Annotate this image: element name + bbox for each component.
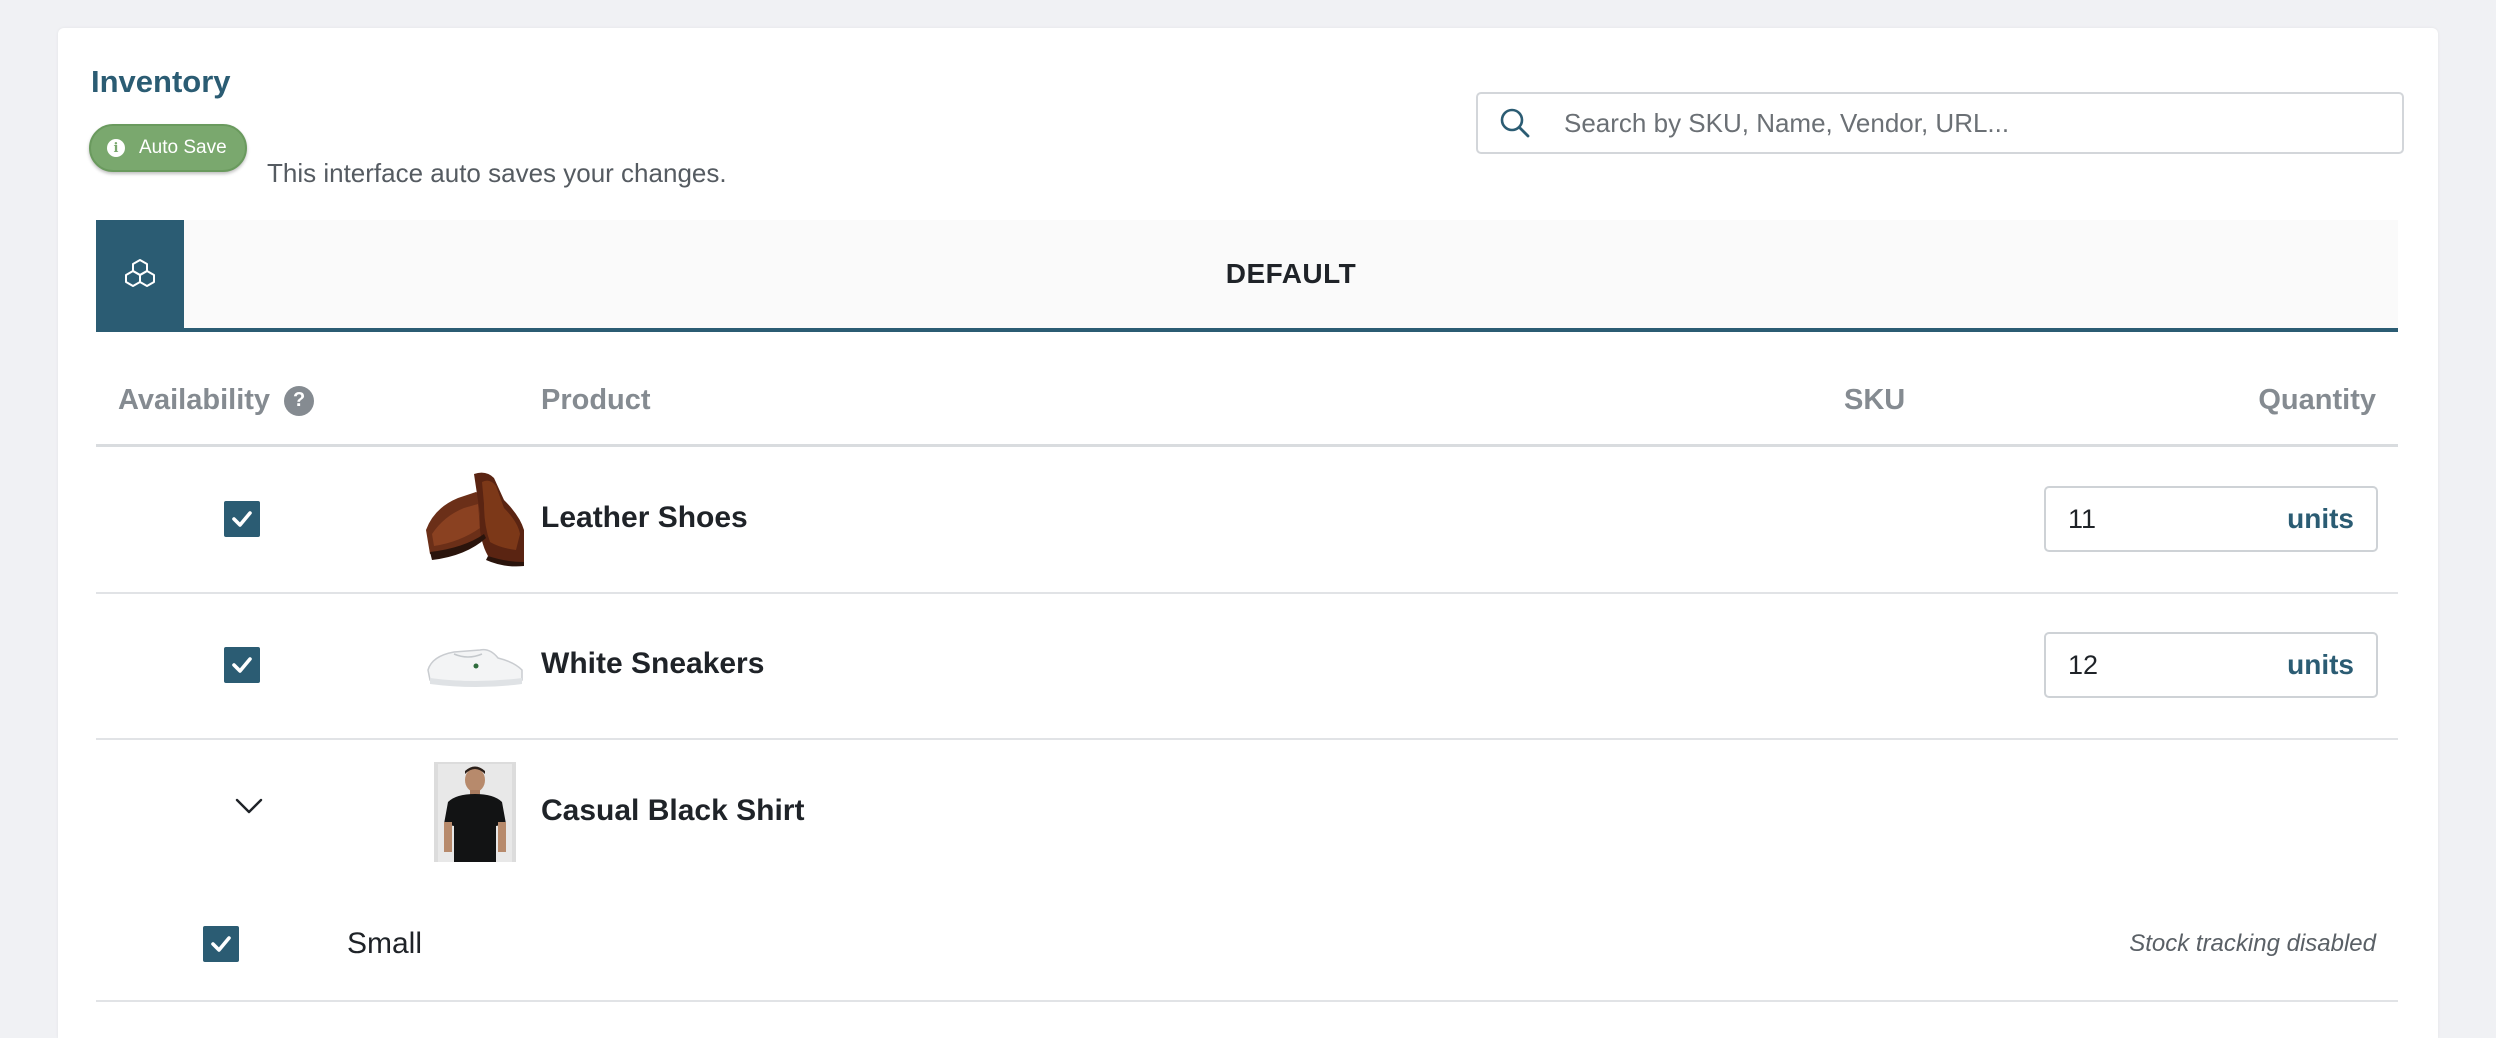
tab-cubes-button[interactable]: [96, 220, 184, 328]
quantity-value: 11: [2068, 503, 2097, 534]
quantity-unit: units: [2287, 649, 2354, 680]
variant-availability-checkbox[interactable]: [203, 926, 239, 962]
page-title: Inventory: [91, 64, 231, 99]
availability-checkbox[interactable]: [224, 647, 260, 683]
search-input[interactable]: [1562, 106, 2386, 140]
column-quantity: Quantity: [2258, 384, 2376, 416]
check-icon: [232, 511, 252, 527]
tab-bar: DEFAULT: [96, 220, 2398, 332]
variant-row: Small Stock tracking disabled: [96, 886, 2398, 1002]
quantity-unit: units: [2287, 503, 2354, 534]
autosave-badge[interactable]: i Auto Save: [89, 124, 247, 172]
column-sku: SKU: [1844, 384, 1906, 416]
help-icon[interactable]: ?: [284, 385, 315, 416]
table-row-expandable: Casual Black Shirt: [96, 738, 2398, 886]
check-icon: [211, 936, 231, 952]
stock-tracking-note: Stock tracking disabled: [2129, 930, 2376, 957]
check-icon: [232, 657, 252, 673]
column-availability: Availability ?: [118, 384, 315, 417]
product-name[interactable]: Leather Shoes: [541, 501, 748, 535]
product-thumbnail: [424, 614, 526, 716]
availability-checkbox[interactable]: [224, 501, 260, 537]
quantity-value: 12: [2068, 649, 2099, 680]
product-name[interactable]: White Sneakers: [541, 647, 764, 681]
quantity-input[interactable]: 11 units: [2044, 486, 2378, 552]
column-availability-label: Availability: [118, 384, 271, 416]
chevron-down-icon[interactable]: [234, 796, 264, 816]
product-thumbnail: [434, 762, 516, 862]
search-icon: [1500, 108, 1530, 138]
autosave-badge-label: Auto Save: [139, 137, 227, 158]
variant-name: Small: [347, 927, 423, 960]
table-row: White Sneakers 12 units: [96, 592, 2398, 740]
table-header: Availability ? Product SKU Quantity: [96, 358, 2398, 447]
quantity-input[interactable]: 12 units: [2044, 632, 2378, 698]
product-thumbnail: [424, 468, 526, 570]
autosave-description: This interface auto saves your changes.: [267, 158, 727, 188]
column-product: Product: [541, 384, 651, 416]
product-name[interactable]: Casual Black Shirt: [541, 794, 804, 828]
tab-default[interactable]: DEFAULT: [184, 220, 2398, 328]
search-bar: [1476, 92, 2404, 154]
table-row: Leather Shoes 11 units: [96, 446, 2398, 594]
info-icon: i: [107, 139, 125, 157]
cubes-icon: [125, 259, 155, 287]
inventory-card: Inventory i Auto Save This interface aut…: [58, 28, 2438, 1038]
